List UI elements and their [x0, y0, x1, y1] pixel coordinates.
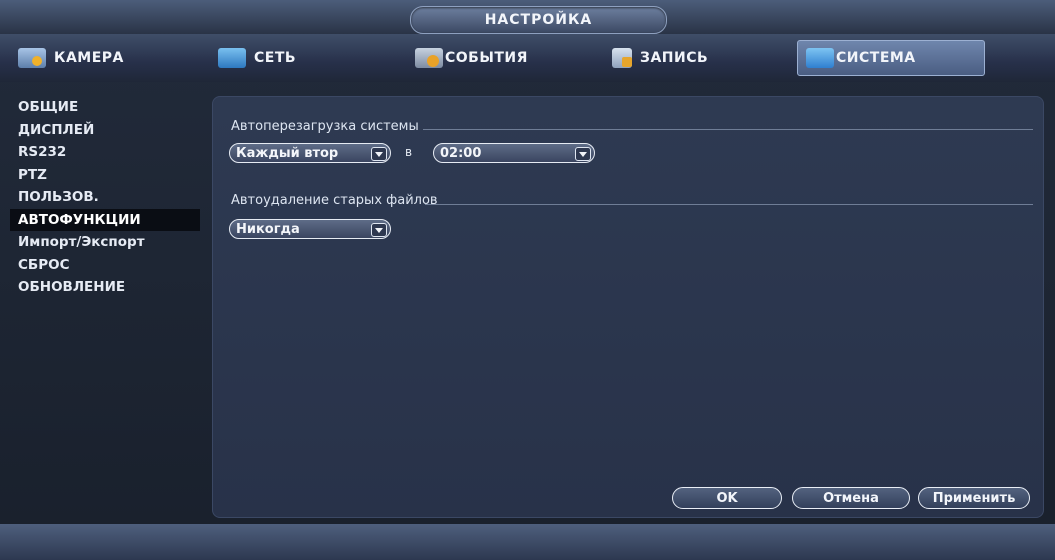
tab-record-label: ЗАПИСЬ	[640, 50, 709, 66]
window-title: НАСТРОЙКА	[410, 6, 667, 34]
reboot-time-select[interactable]: 02:00	[433, 143, 595, 163]
settings-window: НАСТРОЙКА КАМЕРА СЕТЬ СОБЫТИЯ ЗАПИСЬ СИС…	[0, 0, 1055, 560]
ok-button[interactable]: OK	[672, 487, 782, 509]
tab-camera-label: КАМЕРА	[54, 50, 124, 66]
tab-camera[interactable]: КАМЕРА	[18, 40, 188, 76]
reboot-day-value: Каждый втор	[236, 145, 339, 161]
sidebar-item-reset[interactable]: СБРОС	[10, 254, 200, 277]
title-bar: НАСТРОЙКА	[0, 0, 1055, 34]
network-icon	[218, 48, 246, 68]
apply-button[interactable]: Применить	[918, 487, 1030, 509]
sidebar-item-update[interactable]: ОБНОВЛЕНИЕ	[10, 276, 200, 299]
tab-system[interactable]: СИСТЕМА	[797, 40, 985, 76]
chevron-down-icon	[575, 147, 591, 161]
tab-events-label: СОБЫТИЯ	[445, 50, 528, 66]
camera-icon	[18, 48, 46, 68]
chevron-down-icon	[371, 147, 387, 161]
tab-system-label: СИСТЕМА	[836, 50, 916, 66]
reboot-time-value: 02:00	[440, 145, 482, 161]
chevron-down-icon	[371, 223, 387, 237]
events-icon	[415, 48, 443, 68]
tab-record[interactable]: ЗАПИСЬ	[612, 40, 782, 76]
at-label: в	[405, 145, 413, 159]
bottom-bar	[0, 524, 1055, 560]
autodelete-value: Никогда	[236, 221, 300, 237]
sidebar-item-ptz[interactable]: PTZ	[10, 164, 200, 187]
tab-events[interactable]: СОБЫТИЯ	[415, 40, 595, 76]
autodelete-title: Автоудаление старых файлов	[231, 193, 438, 208]
sidebar-item-general[interactable]: ОБЩИЕ	[10, 96, 200, 119]
autodelete-select[interactable]: Никогда	[229, 219, 391, 239]
autoreboot-title: Автоперезагрузка системы	[231, 119, 419, 134]
sidebar-item-import-export[interactable]: Импорт/Экспорт	[10, 231, 200, 254]
record-icon	[612, 48, 632, 68]
autoreboot-divider	[423, 129, 1033, 130]
system-icon	[806, 48, 834, 68]
autodelete-divider	[425, 204, 1033, 205]
sidebar: ОБЩИЕ ДИСПЛЕЙ RS232 PTZ ПОЛЬЗОВ. АВТОФУН…	[10, 96, 200, 299]
tab-network-label: СЕТЬ	[254, 50, 297, 66]
sidebar-item-users[interactable]: ПОЛЬЗОВ.	[10, 186, 200, 209]
cancel-button[interactable]: Отмена	[792, 487, 910, 509]
sidebar-item-rs232[interactable]: RS232	[10, 141, 200, 164]
tab-network[interactable]: СЕТЬ	[218, 40, 388, 76]
sidebar-item-display[interactable]: ДИСПЛЕЙ	[10, 119, 200, 142]
reboot-day-select[interactable]: Каждый втор	[229, 143, 391, 163]
content-panel: Автоперезагрузка системы Каждый втор в 0…	[212, 96, 1044, 518]
sidebar-item-autofunctions[interactable]: АВТОФУНКЦИИ	[10, 208, 200, 231]
